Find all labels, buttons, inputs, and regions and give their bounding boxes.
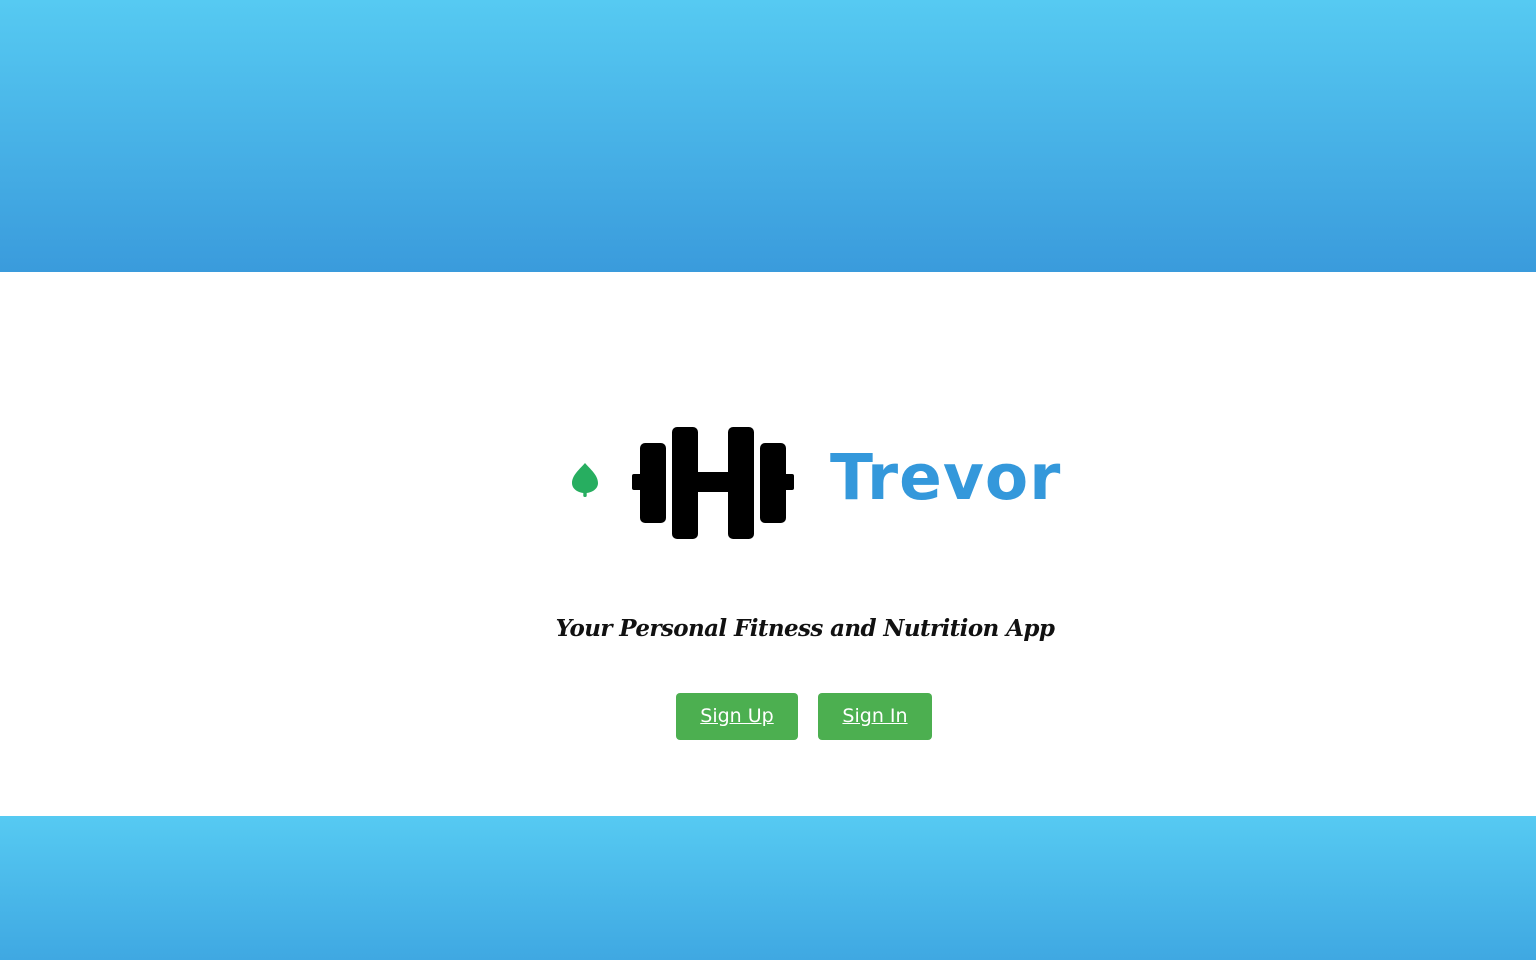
top-gradient-band — [0, 0, 1536, 272]
brand-name: Trevor — [830, 441, 1062, 514]
sign-in-button[interactable]: Sign In — [818, 693, 932, 740]
leaf-icon — [572, 463, 598, 497]
sign-up-button[interactable]: Sign Up — [676, 693, 798, 740]
dumbbell-icon — [632, 427, 794, 539]
bottom-gradient-band — [0, 816, 1536, 960]
tagline: Your Personal Fitness and Nutrition App — [555, 615, 1055, 642]
